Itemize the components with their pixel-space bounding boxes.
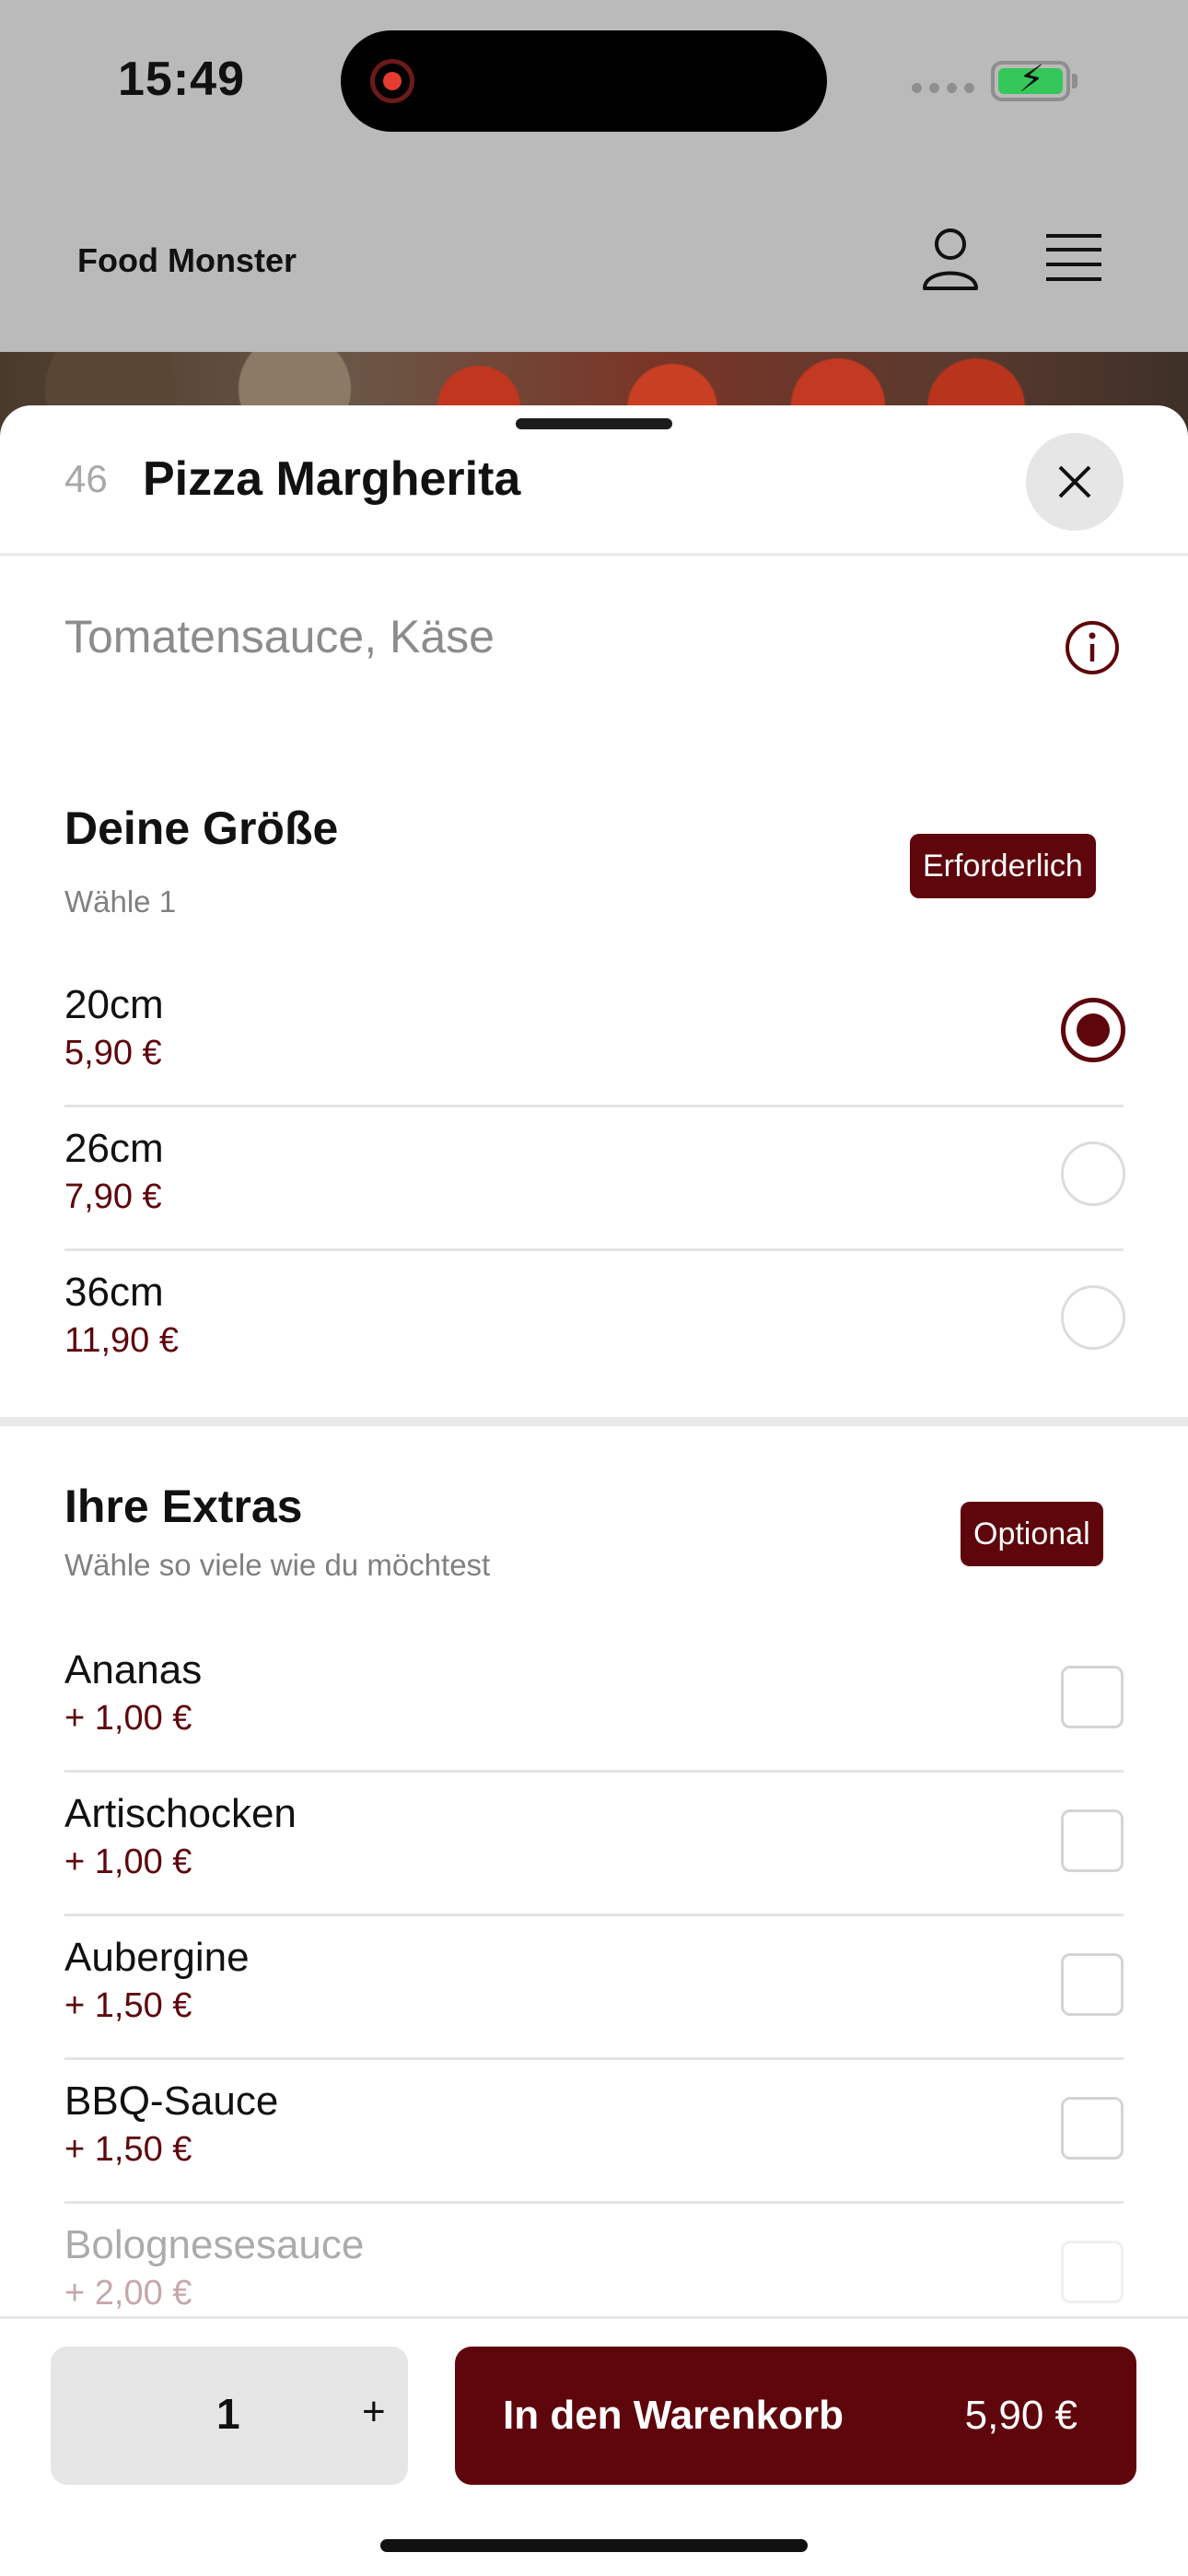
size-option-26cm[interactable]: 26cm 7,90 € xyxy=(64,1107,1125,1251)
extra-option-aubergine[interactable]: Aubergine + 1,50 € xyxy=(64,1916,1124,2060)
extra-checkbox[interactable] xyxy=(1061,1809,1124,1872)
dynamic-island xyxy=(341,30,827,132)
signal-icon xyxy=(912,83,974,93)
status-time: 15:49 xyxy=(118,53,245,106)
extra-option-price: + 1,00 € xyxy=(64,1699,192,1738)
item-description: Tomatensauce, Käse xyxy=(64,611,495,662)
quantity-stepper[interactable]: 1 + xyxy=(51,2347,408,2485)
size-option-price: 7,90 € xyxy=(64,1177,162,1216)
add-to-cart-button[interactable]: In den Warenkorb 5,90 € xyxy=(455,2347,1136,2485)
menu-icon[interactable] xyxy=(1044,232,1103,284)
home-indicator[interactable] xyxy=(380,2539,808,2552)
size-section-subtitle: Wähle 1 xyxy=(64,884,177,919)
extra-option-label: Ananas xyxy=(64,1647,203,1692)
extra-option-label: Artischocken xyxy=(64,1791,297,1836)
size-option-label: 36cm xyxy=(64,1270,164,1315)
size-option-price: 11,90 € xyxy=(64,1321,179,1360)
extra-checkbox[interactable] xyxy=(1061,1953,1124,2016)
extra-option-label: BBQ-Sauce xyxy=(64,2078,279,2124)
battery-icon: ⚡ xyxy=(991,61,1070,101)
extra-checkbox[interactable] xyxy=(1061,1666,1124,1728)
required-badge: Erforderlich xyxy=(910,834,1096,898)
size-radio[interactable] xyxy=(1061,998,1125,1062)
extra-option-label: Bolognesesauce xyxy=(64,2222,365,2267)
screen: 15:49 ⚡ Food Monster 46 Pizza Margherita xyxy=(0,0,1188,2576)
extra-option-price: + 1,50 € xyxy=(64,1986,192,2025)
increment-button[interactable]: + xyxy=(362,2389,386,2435)
size-section-title: Deine Größe xyxy=(64,802,339,854)
extra-option-price: + 1,00 € xyxy=(64,1843,192,1881)
size-radio[interactable] xyxy=(1061,1142,1125,1206)
size-radio[interactable] xyxy=(1061,1285,1125,1350)
record-icon xyxy=(370,59,414,103)
battery-cap xyxy=(1072,74,1077,88)
extra-checkbox[interactable] xyxy=(1061,2241,1124,2303)
bottom-action-bar: 1 + In den Warenkorb 5,90 € xyxy=(0,2316,1188,2576)
extra-option-label: Aubergine xyxy=(64,1935,250,1980)
extra-checkbox[interactable] xyxy=(1061,2097,1124,2160)
add-to-cart-price: 5,90 € xyxy=(964,2393,1077,2438)
extra-option-price: + 1,50 € xyxy=(64,2130,192,2169)
info-icon[interactable] xyxy=(1064,619,1121,676)
close-icon xyxy=(1058,465,1091,498)
extra-option-price: + 2,00 € xyxy=(64,2274,192,2313)
size-option-label: 20cm xyxy=(64,982,164,1027)
optional-badge: Optional xyxy=(961,1502,1103,1566)
sheet-header: 46 Pizza Margherita xyxy=(0,405,1188,556)
section-divider xyxy=(0,1417,1188,1426)
extras-section-subtitle: Wähle so viele wie du möchtest xyxy=(64,1548,491,1582)
item-number: 46 xyxy=(64,457,108,500)
item-title: Pizza Margherita xyxy=(143,452,521,506)
extra-option-artischocken[interactable]: Artischocken + 1,00 € xyxy=(64,1773,1124,1916)
size-option-20cm[interactable]: 20cm 5,90 € xyxy=(64,964,1125,1107)
extra-option-bbq-sauce[interactable]: BBQ-Sauce + 1,50 € xyxy=(64,2060,1124,2204)
user-icon[interactable] xyxy=(921,226,980,292)
add-to-cart-label: In den Warenkorb xyxy=(503,2393,844,2438)
app-title: Food Monster xyxy=(77,241,297,279)
size-option-36cm[interactable]: 36cm 11,90 € xyxy=(64,1251,1125,1395)
extra-option-ananas[interactable]: Ananas + 1,00 € xyxy=(64,1629,1124,1773)
product-sheet: 46 Pizza Margherita Tomatensauce, Käse D… xyxy=(0,405,1188,2576)
close-button[interactable] xyxy=(1026,433,1124,531)
quantity-value: 1 xyxy=(216,2390,240,2438)
extras-section-title: Ihre Extras xyxy=(64,1481,303,1532)
size-option-price: 5,90 € xyxy=(64,1034,162,1072)
size-option-label: 26cm xyxy=(64,1126,164,1171)
